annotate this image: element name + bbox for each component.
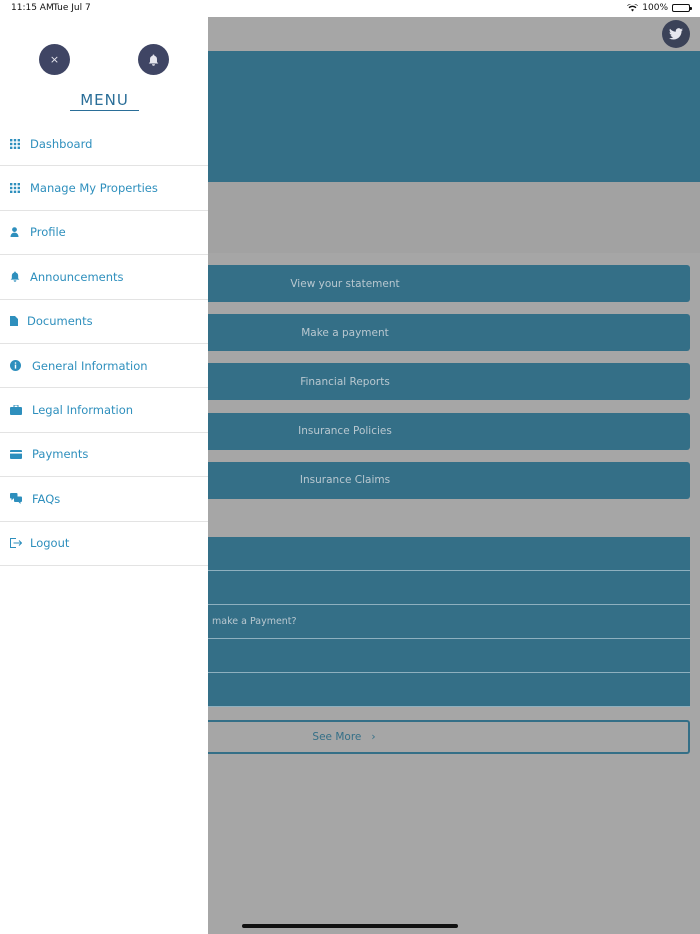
menu-item-label: Documents — [27, 314, 93, 329]
menu-item-faqs[interactable]: FAQs — [0, 477, 208, 522]
chevron-right-icon: › — [371, 731, 376, 743]
menu-item-dashboard[interactable]: Dashboard — [0, 122, 208, 167]
chat-icon — [10, 493, 32, 505]
grid-icon — [10, 183, 30, 194]
document-icon — [10, 316, 27, 327]
battery-percent: 100% — [642, 3, 668, 13]
menu-item-documents[interactable]: Documents — [0, 300, 208, 344]
battery-icon — [672, 4, 692, 12]
side-drawer: × MENU Dashboard Manage My Properties Pr… — [0, 17, 208, 934]
menu-item-announcements[interactable]: Announcements — [0, 255, 208, 300]
home-indicator[interactable] — [242, 924, 458, 928]
notifications-button[interactable] — [138, 44, 169, 75]
see-more-label: See More — [312, 731, 362, 743]
info-icon — [10, 360, 32, 372]
status-time: 11:15 AM — [11, 3, 54, 13]
menu-item-profile[interactable]: Profile — [0, 211, 208, 256]
menu-item-label: Dashboard — [30, 136, 93, 151]
menu-item-manage-properties[interactable]: Manage My Properties — [0, 166, 208, 211]
menu-item-label: Payments — [32, 447, 89, 462]
menu-item-legal-information[interactable]: Legal Information — [0, 388, 208, 433]
status-bar: 11:15 AM Tue Jul 7 100% — [0, 0, 700, 17]
credit-card-icon — [10, 449, 32, 459]
menu-item-logout[interactable]: Logout — [0, 522, 208, 566]
status-date: Tue Jul 7 — [53, 3, 91, 13]
menu-list: Dashboard Manage My Properties Profile A… — [0, 122, 208, 566]
briefcase-icon — [10, 405, 32, 416]
bell-icon — [10, 271, 30, 283]
grid-icon — [10, 138, 30, 149]
user-icon — [10, 227, 30, 238]
twitter-icon — [669, 28, 683, 40]
twitter-button[interactable] — [662, 20, 690, 48]
wifi-icon — [627, 4, 639, 12]
menu-item-label: FAQs — [32, 491, 61, 506]
menu-item-label: Legal Information — [32, 403, 134, 418]
menu-item-general-information[interactable]: General Information — [0, 344, 208, 389]
close-icon: × — [49, 53, 60, 66]
menu-item-label: Profile — [30, 225, 66, 240]
menu-item-payments[interactable]: Payments — [0, 433, 208, 478]
status-right: 100% — [627, 3, 692, 13]
menu-item-label: Manage My Properties — [30, 181, 158, 196]
menu-item-label: General Information — [32, 358, 148, 373]
bell-icon — [148, 54, 159, 66]
menu-item-label: Logout — [30, 536, 70, 551]
close-button[interactable]: × — [39, 44, 70, 75]
menu-item-label: Announcements — [30, 269, 124, 284]
menu-title: MENU — [70, 91, 139, 111]
logout-icon — [10, 538, 30, 549]
